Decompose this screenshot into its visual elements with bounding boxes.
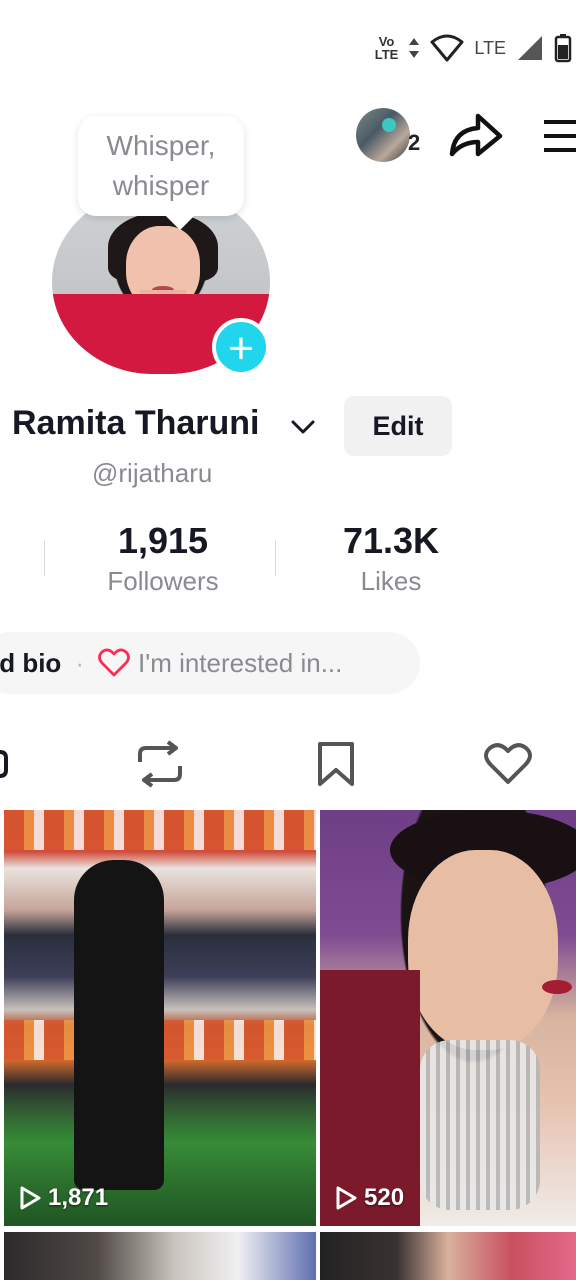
bookmark-icon[interactable] — [310, 738, 362, 790]
separator-dot: · — [75, 647, 84, 678]
edit-profile-button[interactable]: Edit — [344, 396, 452, 456]
status-bubble[interactable]: Whisper, whisper — [78, 116, 244, 216]
view-count: 520 — [334, 1184, 404, 1212]
interests-prompt[interactable]: I'm interested in... — [138, 648, 342, 679]
video-thumbnail[interactable] — [4, 1232, 316, 1280]
heart-icon[interactable] — [482, 738, 534, 790]
view-count: 1,871 — [18, 1184, 108, 1212]
share-arrow-icon[interactable] — [446, 108, 504, 162]
followers-label: Followers — [107, 566, 219, 596]
hamburger-menu-icon[interactable] — [544, 116, 576, 156]
add-photo-icon[interactable]: + — [212, 318, 270, 376]
status-bar: Vo LTE LTE — [375, 28, 576, 68]
repost-icon[interactable] — [134, 738, 186, 790]
wifi-icon — [430, 34, 464, 62]
grid-icon[interactable] — [0, 738, 22, 790]
friend-count: 2 — [408, 130, 421, 155]
data-arrows-icon — [409, 38, 420, 58]
network-type: LTE — [474, 37, 506, 58]
stat-divider — [44, 540, 45, 576]
video-thumbnail[interactable] — [320, 1232, 576, 1280]
followers-count: 1,915 — [117, 520, 209, 561]
likes-stat[interactable]: 71.3K Likes — [322, 520, 460, 597]
play-icon — [336, 1186, 357, 1210]
profile-name[interactable]: Ramita Tharuni — [12, 404, 259, 443]
video-thumbnail[interactable]: 520 — [320, 810, 576, 1226]
volte-indicator: Vo LTE — [374, 34, 399, 62]
bio-prompt[interactable]: ld bio · I'm interested in... — [0, 632, 420, 694]
username-handle: @rijatharu — [92, 458, 213, 488]
followers-stat[interactable]: 1,915 Followers — [92, 520, 234, 597]
chevron-down-icon[interactable] — [288, 412, 318, 442]
battery-icon — [554, 34, 572, 63]
heart-outline-icon — [98, 648, 130, 677]
video-thumbnail[interactable]: 1,871 — [4, 810, 316, 1226]
stat-divider — [275, 540, 276, 576]
friends-avatar[interactable] — [356, 108, 410, 162]
likes-count: 71.3K — [342, 520, 440, 561]
signal-icon — [518, 36, 542, 60]
likes-label: Likes — [360, 566, 422, 596]
add-bio-link[interactable]: ld bio — [0, 648, 61, 679]
play-icon — [20, 1186, 41, 1210]
